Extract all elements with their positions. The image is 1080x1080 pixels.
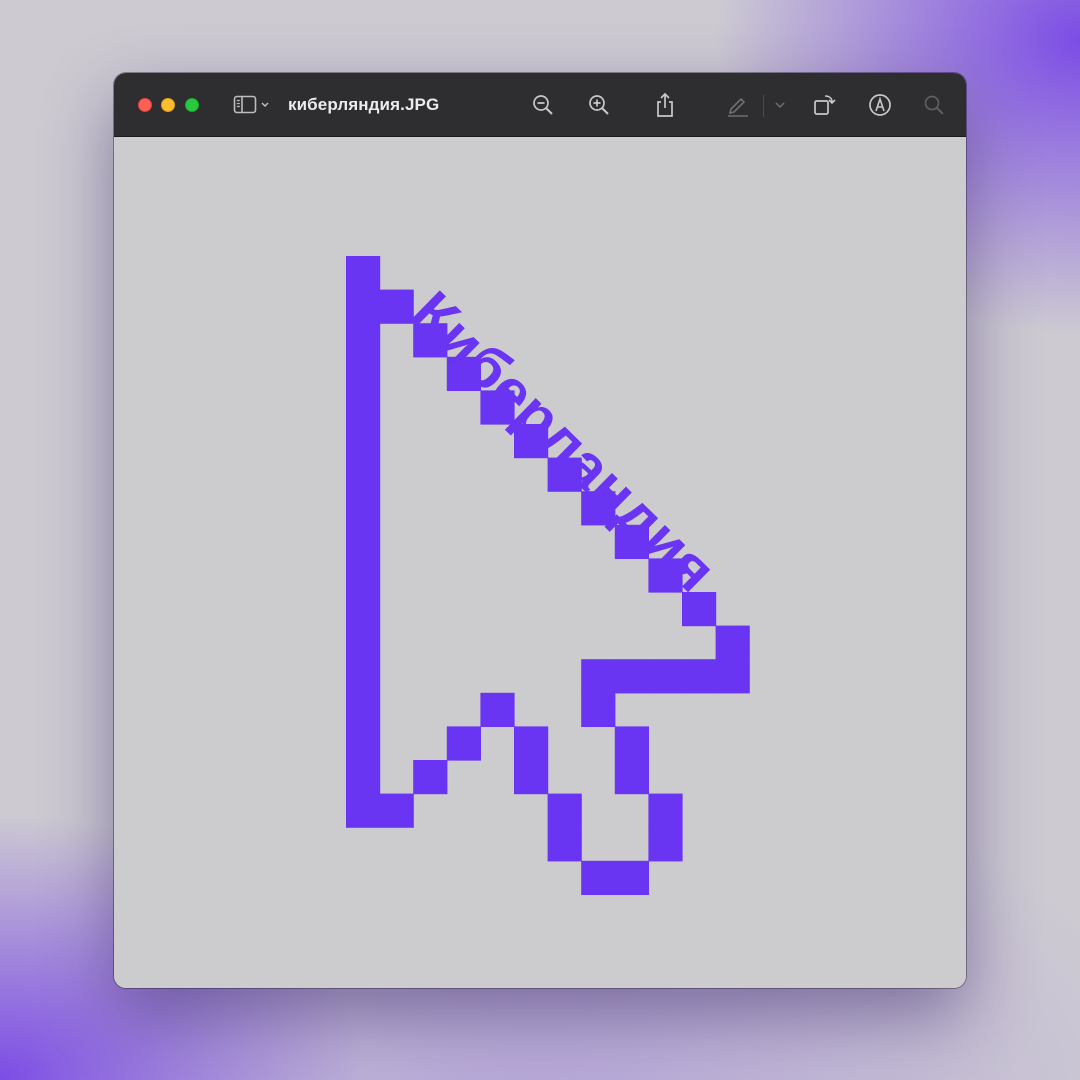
cursor-pixel [648,793,683,828]
zoom-out-button[interactable] [530,90,556,120]
cursor-pixel [514,760,549,795]
sidebar-icon [233,94,273,116]
cursor-pixel [581,860,616,895]
highlight-options-button[interactable] [772,90,788,120]
markup-button[interactable] [866,90,894,120]
cursor-pixel [480,692,515,727]
sidebar-toggle-button[interactable] [232,90,274,120]
preview-window: киберляндия.JPG Киберландия [114,73,966,988]
maximize-window-button[interactable] [185,98,199,112]
cursor-pixel [346,390,381,425]
search-icon [923,94,945,116]
cursor-pixel [514,726,549,761]
rotate-icon [811,92,837,118]
cursor-pixel [346,356,381,391]
share-icon [654,92,676,118]
cursor-pixel [346,491,381,526]
cursor-pixel [614,760,649,795]
highlight-button[interactable] [724,90,752,120]
cursor-pixel [547,793,582,828]
cursor-pixel [346,323,381,358]
cursor-pixel [346,457,381,492]
pen-icon [725,92,751,118]
chevron-down-icon [774,100,786,110]
cursor-pixel [346,760,381,795]
cursor-pixel [346,793,381,828]
markup-icon [867,92,893,118]
cursor-pixel [379,793,414,828]
cursor-pixel [346,289,381,324]
cursor-pixel [648,659,683,694]
cursor-pixel [346,692,381,727]
cursor-pixel [413,760,448,795]
cursor-pixel [614,659,649,694]
rotate-button[interactable] [810,90,838,120]
cursor-pixel [346,726,381,761]
cursor-pixel [682,659,717,694]
cursor-pixel [614,860,649,895]
image-canvas: Киберландия [114,137,966,988]
close-window-button[interactable] [138,98,152,112]
zoom-in-icon [587,93,611,117]
cursor-pixel [614,726,649,761]
cursor-pixel [346,659,381,694]
zoom-in-button[interactable] [586,90,612,120]
cursor-pixel [346,424,381,459]
cursor-pixel [346,558,381,593]
cursor-pixel [581,659,616,694]
title-bar[interactable]: киберляндия.JPG [114,73,966,137]
cursor-pixel [648,827,683,862]
cursor-pixel [346,256,381,291]
cursor-pixel [547,827,582,862]
cursor-pixel [446,726,481,761]
search-button[interactable] [922,90,946,120]
cursor-pixel [346,592,381,627]
cursor-pixel [715,625,750,660]
cyberland-logo-image: Киберландия [346,256,750,895]
cursor-pixel [715,659,750,694]
brand-wordmark: Киберландия [399,278,729,604]
cursor-pixel [346,625,381,660]
minimize-window-button[interactable] [161,98,175,112]
toolbar-divider [763,95,764,117]
zoom-out-icon [531,93,555,117]
cursor-pixel [581,692,616,727]
share-button[interactable] [652,90,678,120]
window-title: киберляндия.JPG [288,95,440,114]
cursor-pixel [346,524,381,559]
